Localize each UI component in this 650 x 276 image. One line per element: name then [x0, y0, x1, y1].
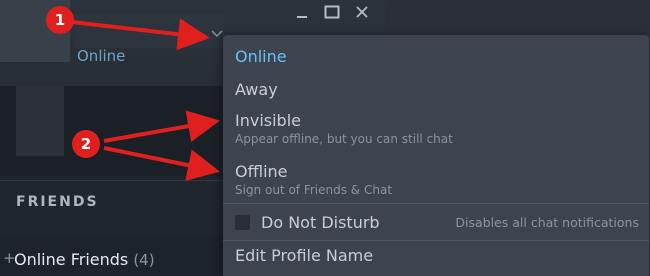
arrow-to-invisible: [103, 110, 220, 143]
annotation-marker-2: 2: [72, 130, 100, 158]
arrow-to-status-caret: [71, 18, 210, 51]
arrow-to-offline: [103, 146, 220, 181]
annotation-marker-1: 1: [46, 6, 74, 34]
